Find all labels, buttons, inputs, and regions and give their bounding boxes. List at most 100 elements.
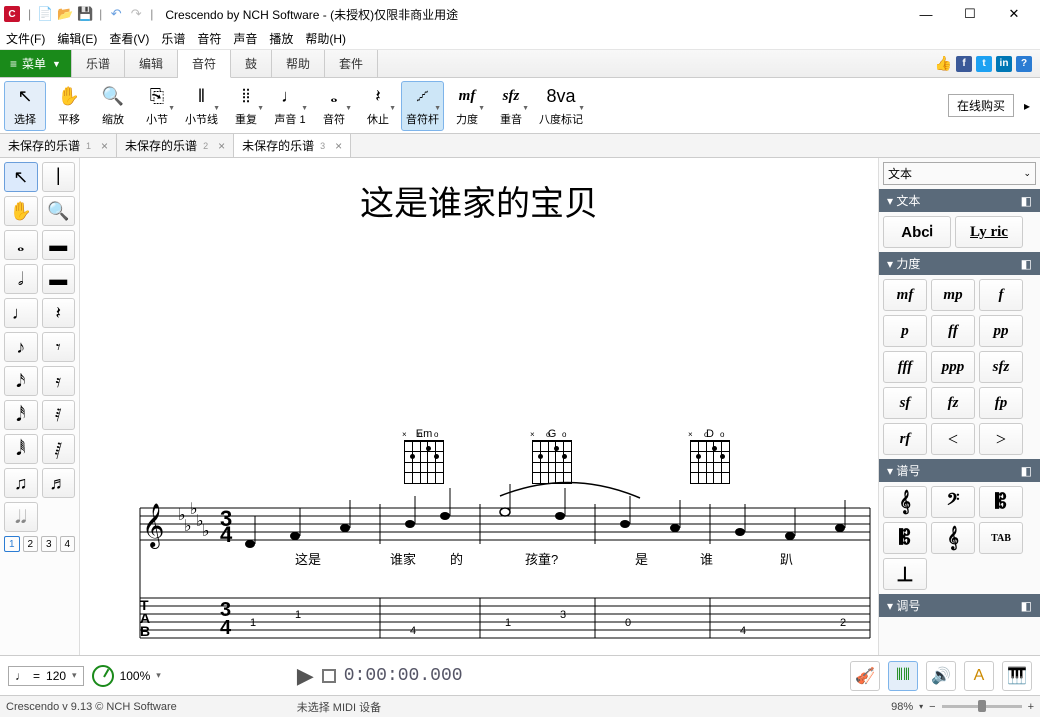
ribbon-休止[interactable]: 𝄽休止▼ xyxy=(357,81,399,131)
close-icon[interactable]: × xyxy=(335,139,342,153)
dynamic-fz[interactable]: fz xyxy=(931,387,975,419)
hand-tool[interactable]: ✋ xyxy=(4,196,38,226)
beam-tool[interactable]: ♫ xyxy=(4,468,38,498)
menu-dropdown-button[interactable]: ≡ 菜单 ▼ xyxy=(0,50,72,77)
instruments-button[interactable]: 🎻 xyxy=(850,661,880,691)
ribbon-more[interactable]: ▸ xyxy=(1018,99,1036,113)
score-canvas[interactable]: 这是谁家的宝贝 𝄞 ♭♭♭♭♭ 3 4 xyxy=(80,158,878,655)
ribbon-缩放[interactable]: 🔍缩放 xyxy=(92,81,134,131)
tab-edit[interactable]: 编辑 xyxy=(125,50,178,77)
save-icon[interactable]: 💾 xyxy=(77,6,93,22)
buy-online-button[interactable]: 在线购买 xyxy=(948,94,1014,117)
doc-tab[interactable]: 未保存的乐谱2× xyxy=(117,134,234,157)
dynamic-rf[interactable]: rf xyxy=(883,423,927,455)
linkedin-icon[interactable]: in xyxy=(996,56,1012,72)
section-clefs[interactable]: ▾ 谱号◧ xyxy=(879,459,1040,482)
cursor-tool[interactable]: ↖ xyxy=(4,162,38,192)
thirtysecond-rest-tool[interactable]: 𝅀 xyxy=(42,400,76,430)
lyric-tool[interactable]: Ly ric xyxy=(955,216,1023,248)
clef-𝄞[interactable]: 𝄞 xyxy=(931,522,975,554)
palette-dropdown[interactable]: 文本⌄ xyxy=(883,162,1036,185)
tab-suite[interactable]: 套件 xyxy=(325,50,378,77)
doc-tab[interactable]: 未保存的乐谱3× xyxy=(234,134,351,157)
open-icon[interactable]: 📂 xyxy=(57,6,73,22)
thumb-up-icon[interactable]: 👍 xyxy=(935,55,952,72)
zoom-control[interactable]: 98%▾ −+ xyxy=(891,701,1034,713)
clef-𝄞[interactable]: 𝄞 xyxy=(883,486,927,518)
facebook-icon[interactable]: f xyxy=(956,56,972,72)
redo-icon[interactable]: ↷ xyxy=(128,6,144,22)
sixteenth-rest-tool[interactable]: 𝄿 xyxy=(42,366,76,396)
metronome-button[interactable]: 🔊 xyxy=(926,661,956,691)
ribbon-音符[interactable]: 𝅝音符▼ xyxy=(313,81,355,131)
ribbon-力度[interactable]: mf力度▼ xyxy=(446,81,488,131)
ribbon-声音 1[interactable]: ♩声音 1▼ xyxy=(269,81,311,131)
zoom-tool[interactable]: 🔍 xyxy=(42,196,76,226)
menu-play[interactable]: 播放 xyxy=(269,30,293,47)
chord-tool[interactable]: 𝅘𝅥𝅘𝅥 xyxy=(4,502,38,532)
tab-help[interactable]: 帮助 xyxy=(272,50,325,77)
dynamic-mf[interactable]: mf xyxy=(883,279,927,311)
beam2-tool[interactable]: ♬ xyxy=(42,468,76,498)
quarter-note-tool[interactable]: ♩ xyxy=(4,298,38,328)
ribbon-重复[interactable]: ⦙⦙重复▼ xyxy=(225,81,267,131)
sixtyfourth-rest-tool[interactable]: 𝅁 xyxy=(42,434,76,464)
ribbon-音符杆[interactable]: 𝆱音符杆▼ xyxy=(401,81,444,131)
undo-icon[interactable]: ↶ xyxy=(108,6,124,22)
doc-tab[interactable]: 未保存的乐谱1× xyxy=(0,134,117,157)
ribbon-选择[interactable]: ↖选择 xyxy=(4,81,46,131)
menu-note[interactable]: 音符 xyxy=(197,30,221,47)
clef-TAB[interactable]: TAB xyxy=(979,522,1023,554)
tab-score[interactable]: 乐谱 xyxy=(72,50,125,77)
dynamic-fff[interactable]: fff xyxy=(883,351,927,383)
whole-note-tool[interactable]: 𝅝 xyxy=(4,230,38,260)
sixteenth-note-tool[interactable]: 𝅘𝅥𝅯 xyxy=(4,366,38,396)
dynamic-sfz[interactable]: sfz xyxy=(979,351,1023,383)
dynamic-fp[interactable]: fp xyxy=(979,387,1023,419)
dynamic-pp[interactable]: pp xyxy=(979,315,1023,347)
new-icon[interactable]: 📄 xyxy=(37,6,53,22)
ribbon-小节[interactable]: ⎘小节▼ xyxy=(136,81,178,131)
dynamic-p[interactable]: p xyxy=(883,315,927,347)
mixer-button[interactable]: ⦀⦀ xyxy=(888,661,918,691)
menu-sound[interactable]: 声音 xyxy=(233,30,257,47)
eighth-rest-tool[interactable]: 𝄾 xyxy=(42,332,76,362)
close-icon[interactable]: × xyxy=(218,139,225,153)
thirtysecond-note-tool[interactable]: 𝅘𝅥𝅰 xyxy=(4,400,38,430)
voice-3[interactable]: 3 xyxy=(41,536,57,552)
section-key[interactable]: ▾ 调号◧ xyxy=(879,594,1040,617)
menu-score[interactable]: 乐谱 xyxy=(161,30,185,47)
tempo-field[interactable]: ♩ = 120 ▾ xyxy=(8,666,84,686)
minimize-button[interactable]: — xyxy=(904,0,948,28)
eighth-note-tool[interactable]: ♪ xyxy=(4,332,38,362)
dynamic-mp[interactable]: mp xyxy=(931,279,975,311)
ribbon-小节线[interactable]: ‖小节线▼ xyxy=(180,81,223,131)
voice-1[interactable]: 1 xyxy=(4,536,20,552)
half-note-tool[interactable]: 𝅗𝅥 xyxy=(4,264,38,294)
dynamic-<[interactable]: < xyxy=(931,423,975,455)
twitter-icon[interactable]: t xyxy=(976,56,992,72)
ribbon-重音[interactable]: sfz重音▼ xyxy=(490,81,532,131)
playback-speed[interactable]: 100% ▾ xyxy=(92,665,161,687)
maximize-button[interactable]: ☐ xyxy=(948,0,992,28)
close-icon[interactable]: × xyxy=(101,139,108,153)
section-text[interactable]: ▾ 文本◧ xyxy=(879,189,1040,212)
quarter-rest-tool[interactable]: 𝄽 xyxy=(42,298,76,328)
close-button[interactable]: ✕ xyxy=(992,0,1036,28)
clef-𝄡[interactable]: 𝄡 xyxy=(883,522,927,554)
tempo-button[interactable]: A xyxy=(964,661,994,691)
dynamic-sf[interactable]: sf xyxy=(883,387,927,419)
dynamic-f[interactable]: f xyxy=(979,279,1023,311)
menu-view[interactable]: 查看(V) xyxy=(109,30,149,47)
tab-drum[interactable]: 鼓 xyxy=(231,50,272,77)
clef-𝄢[interactable]: 𝄢 xyxy=(931,486,975,518)
voice-4[interactable]: 4 xyxy=(60,536,76,552)
help-icon[interactable]: ? xyxy=(1016,56,1032,72)
whole-rest-tool[interactable]: ▬ xyxy=(42,230,76,260)
tab-note[interactable]: 音符 xyxy=(178,50,231,78)
text-tool[interactable]: AbcᎥ xyxy=(883,216,951,248)
menu-edit[interactable]: 编辑(E) xyxy=(57,30,97,47)
menu-file[interactable]: 文件(F) xyxy=(6,30,45,47)
section-dynamics[interactable]: ▾ 力度◧ xyxy=(879,252,1040,275)
ribbon-八度标记[interactable]: 8va八度标记▼ xyxy=(534,81,588,131)
